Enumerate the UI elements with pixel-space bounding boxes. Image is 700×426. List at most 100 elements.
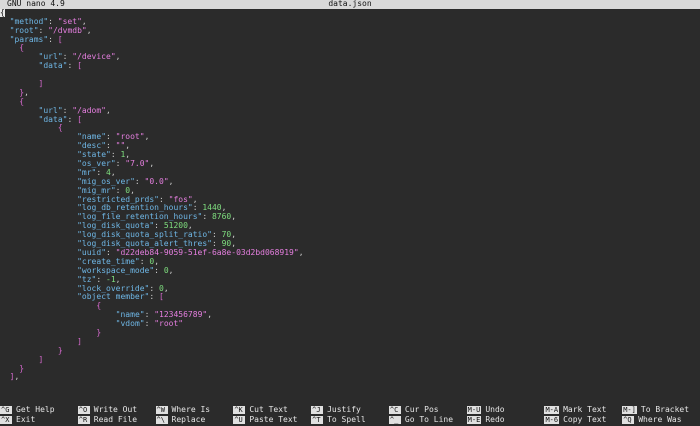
- shortcut-item[interactable]: ^Q Where Was: [622, 415, 689, 425]
- code-token: ]: [38, 79, 44, 89]
- code-line[interactable]: ]: [0, 354, 700, 365]
- code-token: "root": [115, 132, 145, 142]
- code-token: ,: [115, 52, 121, 62]
- shortcut-label: Get Help: [16, 404, 55, 414]
- code-line[interactable]: "url": "/device",: [0, 52, 700, 62]
- shortcut-item[interactable]: ^W Where Is: [155, 404, 211, 415]
- code-line[interactable]: ]: [0, 79, 700, 89]
- code-token: ,: [130, 185, 135, 195]
- shortcut-label: Go To Line: [404, 414, 454, 424]
- shortcut-label: Justify: [327, 404, 361, 414]
- shortcut-item[interactable]: ^U Paste Text: [233, 415, 298, 425]
- code-token: ,: [86, 25, 92, 35]
- code-token: ,: [168, 176, 174, 186]
- code-line[interactable]: "vdom": "root": [0, 319, 700, 329]
- code-token: "desc": [77, 141, 107, 151]
- shortcut-item[interactable]: ^_ Go To Line: [388, 414, 454, 425]
- shortcut-label: Where Was: [638, 414, 682, 424]
- code-line[interactable]: }: [0, 346, 700, 356]
- shortcut-item[interactable]: ^J Justify: [311, 405, 366, 415]
- editor-text-area[interactable]: {"method": "set", "root": "/dvmdb", "param…: [0, 8, 700, 398]
- shortcut-key: ^C: [388, 406, 401, 414]
- code-token: :: [211, 230, 222, 240]
- shortcut-key: ^G: [0, 406, 12, 414]
- code-line[interactable]: [0, 71, 700, 80]
- code-token: :: [96, 167, 107, 177]
- shortcut-key: M-6: [544, 416, 560, 424]
- shortcut-label: Where Is: [171, 404, 211, 414]
- shortcut-item[interactable]: ^T To Spell: [311, 415, 366, 425]
- shortcut-key: M-E: [466, 416, 482, 424]
- code-token: "params": [9, 34, 49, 44]
- shortcut-item[interactable]: M-U Undo: [466, 405, 505, 415]
- code-token: :: [149, 283, 159, 293]
- code-token: "log_disk_quota_alert_thres": [77, 239, 212, 249]
- shortcut-label: To Spell: [327, 414, 366, 424]
- shortcut-column: ^C Cur Pos ^_ Go To Line: [388, 405, 454, 426]
- code-line[interactable]: "method": "set",: [0, 17, 700, 27]
- code-token: :: [134, 176, 145, 186]
- code-token: ,: [115, 274, 121, 284]
- code-line[interactable]: "data": [: [0, 114, 700, 125]
- shortcut-key: ^\: [155, 416, 168, 424]
- shortcut-item[interactable]: ^X Exit: [0, 415, 55, 425]
- code-line[interactable]: "params": [: [0, 34, 700, 45]
- code-token: ,: [106, 105, 111, 115]
- code-token: {: [57, 123, 63, 133]
- code-token: ]: [38, 354, 44, 364]
- code-line[interactable]: {: [0, 301, 700, 311]
- shortcut-item[interactable]: ^R Read File: [77, 415, 137, 425]
- code-token: "vdom": [115, 319, 145, 329]
- shortcut-label: Mark Text: [563, 404, 607, 414]
- code-token: "lock_override": [77, 283, 150, 293]
- code-line[interactable]: ]: [0, 337, 700, 347]
- code-token: ,: [144, 132, 150, 142]
- code-token: "name": [77, 132, 107, 142]
- shortcut-label: Redo: [485, 414, 505, 424]
- shortcut-item[interactable]: ^K Cut Text: [233, 405, 297, 415]
- code-line[interactable]: "name": "123456789",: [0, 310, 700, 320]
- shortcut-key: ^J: [311, 406, 324, 414]
- shortcut-column: ^O Write Out ^R Read File: [77, 405, 137, 426]
- shortcut-label: To Bracket: [640, 404, 690, 414]
- code-token: :: [96, 274, 107, 284]
- shortcut-item[interactable]: ^O Write Out: [77, 405, 137, 415]
- code-line[interactable]: }: [0, 328, 700, 338]
- code-token: ,: [168, 265, 174, 275]
- code-token: "mig_os_ver": [77, 176, 135, 186]
- code-token: [: [159, 292, 164, 302]
- code-line[interactable]: {: [0, 8, 700, 18]
- code-token: :: [115, 185, 126, 195]
- shortcut-item[interactable]: ^C Cur Pos: [388, 405, 453, 415]
- code-token: -1: [106, 274, 116, 284]
- code-line[interactable]: }: [0, 364, 700, 374]
- code-token: "data": [38, 114, 68, 124]
- code-token: :: [144, 319, 155, 329]
- code-line[interactable]: "url": "/adom",: [0, 105, 700, 116]
- shortcut-key: ^Q: [622, 416, 635, 424]
- shortcut-label: Replace: [171, 414, 206, 424]
- code-token: :: [139, 256, 150, 266]
- code-line[interactable]: },: [0, 88, 700, 98]
- code-token: :: [38, 25, 49, 35]
- shortcut-item[interactable]: ^G Get Help: [0, 405, 55, 415]
- code-line[interactable]: "root": "/dvmdb",: [0, 25, 700, 36]
- code-token: "mig_mr": [77, 185, 116, 195]
- code-token: "state": [77, 150, 111, 160]
- shortcut-column: ^G Get Help ^X Exit: [0, 405, 55, 426]
- code-line[interactable]: "object member": [: [0, 292, 700, 302]
- code-line[interactable]: "data": [: [0, 61, 700, 71]
- shortcut-item[interactable]: M-6 Copy Text: [544, 415, 606, 425]
- code-token: "tz": [77, 274, 97, 284]
- code-line[interactable]: ],: [0, 372, 700, 382]
- shortcut-item[interactable]: M-A Mark Text: [544, 405, 606, 415]
- shortcut-item[interactable]: M-] To Bracket: [622, 405, 689, 415]
- code-token: :: [106, 141, 116, 151]
- shortcut-item[interactable]: M-E Redo: [466, 414, 505, 425]
- code-token: "name": [115, 310, 145, 320]
- code-token: "123456789": [154, 310, 208, 320]
- shortcut-label: Exit: [16, 414, 36, 424]
- code-token: ,: [231, 212, 237, 222]
- shortcut-key: ^X: [0, 416, 12, 424]
- shortcut-item[interactable]: ^\ Replace: [155, 414, 211, 425]
